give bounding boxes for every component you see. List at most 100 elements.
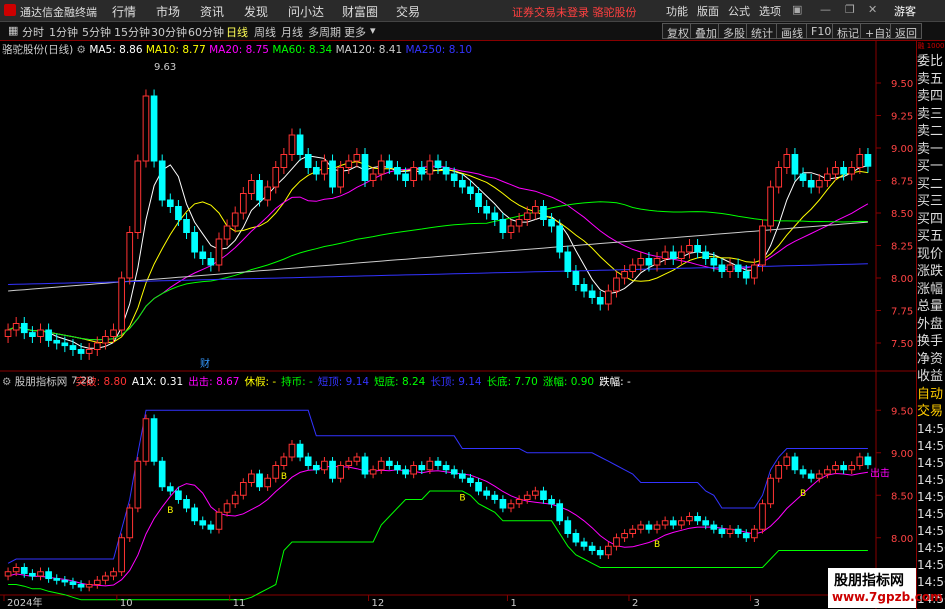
- menu-options[interactable]: 选项: [759, 3, 781, 19]
- sub-candle-body: [150, 418, 158, 462]
- menu-item-news[interactable]: 资讯: [200, 3, 224, 20]
- sub-candle-body: [402, 469, 409, 475]
- tick-time-3: 14:56: [917, 472, 945, 487]
- sub-candle-body: [256, 473, 263, 488]
- tab-60min[interactable]: 60分钟: [188, 24, 224, 40]
- grid-icon[interactable]: ▦: [8, 24, 18, 37]
- candle-body: [77, 349, 85, 354]
- sub-y-tick-label-3: 8.00: [891, 534, 913, 545]
- side-item-0[interactable]: 委比: [917, 53, 945, 71]
- guest-label[interactable]: 游客: [894, 3, 916, 19]
- candle-body: [102, 336, 109, 344]
- close-icon[interactable]: ✕: [868, 3, 877, 16]
- side-item-16[interactable]: 换手: [917, 333, 945, 351]
- sub-candle-body: [702, 520, 710, 526]
- side-item-13[interactable]: 涨幅: [917, 281, 945, 299]
- side-item-5[interactable]: 卖一: [917, 141, 945, 159]
- side-item-6[interactable]: 买一: [917, 158, 945, 176]
- y-tick-label-7: 7.75: [891, 307, 913, 318]
- y-tick-label-8: 7.50: [891, 339, 913, 350]
- candle-body: [166, 199, 174, 207]
- sub-candle-body: [783, 456, 791, 466]
- candle-body: [645, 258, 653, 266]
- candle-body: [791, 154, 799, 175]
- candle-body: [231, 212, 239, 227]
- menu-item-market[interactable]: 市场: [156, 3, 180, 20]
- sub-candle-body: [686, 516, 693, 522]
- sub-candle-body: [742, 533, 750, 539]
- tab-intraday[interactable]: 分时: [22, 24, 44, 40]
- candle-body: [564, 251, 572, 272]
- side-item-15[interactable]: 外盘: [917, 316, 945, 334]
- sub-candle-body: [118, 537, 125, 573]
- side-item-2[interactable]: 卖四: [917, 88, 945, 106]
- candle-body: [694, 245, 701, 253]
- sub-candle-body: [759, 503, 766, 530]
- menu-item-ask[interactable]: 问小达: [288, 3, 324, 20]
- tab-30min[interactable]: 30分钟: [151, 24, 187, 40]
- menu-function[interactable]: 功能: [666, 3, 688, 19]
- candle-body: [288, 134, 296, 155]
- minimize-icon[interactable]: —: [820, 3, 831, 16]
- x-tick-label-0: 2024年: [7, 596, 42, 609]
- kline-chart[interactable]: 9.50 9.25 9.00 8.75 8.50 8.25 8.00 7.75 7.50 9.6…: [0, 41, 916, 609]
- tab-weekly[interactable]: 周线: [254, 24, 276, 40]
- menu-item-discover[interactable]: 发现: [244, 3, 268, 20]
- y-tick-label-5: 8.25: [891, 242, 913, 253]
- sub-candle-body: [556, 503, 564, 522]
- tick-time-6: 14:56: [917, 523, 945, 538]
- watermark-url: www.7gpzb.com: [832, 590, 943, 604]
- sub-candle-body: [45, 571, 52, 580]
- side-item-8[interactable]: 买三: [917, 193, 945, 211]
- candle-body: [29, 332, 36, 338]
- side-item-1[interactable]: 卖五: [917, 71, 945, 89]
- dropdown-icon[interactable]: ▾: [370, 24, 376, 37]
- menu-item-quotes[interactable]: 行情: [112, 3, 136, 20]
- tick-time-list: 14:56 14:56 14:56 14:56 14:56 14:56 14:56 14:56…: [917, 421, 945, 608]
- tab-more[interactable]: 更多: [344, 24, 366, 40]
- candle-body: [345, 160, 353, 168]
- tab-daily[interactable]: 日线: [226, 24, 248, 40]
- side-item-14[interactable]: 总量: [917, 298, 945, 316]
- draw-line-button[interactable]: 画线: [776, 23, 808, 40]
- stats-button[interactable]: 统计: [746, 23, 778, 40]
- tab-5min[interactable]: 5分钟: [82, 24, 111, 40]
- side-item-4[interactable]: 卖二: [917, 123, 945, 141]
- side-item-12[interactable]: 涨跌: [917, 263, 945, 281]
- menu-formula[interactable]: 公式: [728, 3, 750, 19]
- tab-15min[interactable]: 15分钟: [114, 24, 150, 40]
- sub-candle-body: [166, 486, 174, 492]
- sub-candle-body: [669, 520, 677, 526]
- candle-body: [588, 290, 596, 298]
- tab-multi-period[interactable]: 多周期: [308, 24, 341, 40]
- tab-monthly[interactable]: 月线: [281, 24, 303, 40]
- side-item-3[interactable]: 卖三: [917, 106, 945, 124]
- side-trade[interactable]: 交易: [917, 403, 945, 421]
- menu-item-wealth[interactable]: 财富圈: [342, 3, 378, 20]
- side-item-17[interactable]: 净资: [917, 351, 945, 369]
- back-button[interactable]: 返回: [890, 23, 922, 40]
- watermark-title: 股朋指标网: [834, 573, 904, 589]
- menu-layout[interactable]: 版面: [697, 3, 719, 19]
- side-item-18[interactable]: 收益: [917, 368, 945, 386]
- side-item-7[interactable]: 买二: [917, 176, 945, 194]
- x-tick-label-2: 11: [233, 598, 246, 609]
- candle-body: [491, 212, 499, 220]
- y-tick-label-1: 9.25: [891, 112, 913, 123]
- sub-candle-body: [856, 456, 864, 466]
- skin-icon[interactable]: ▣: [792, 3, 802, 16]
- side-item-10[interactable]: 买五: [917, 228, 945, 246]
- candle-body: [856, 154, 864, 168]
- side-item-9[interactable]: 买四: [917, 211, 945, 229]
- side-auto[interactable]: 自动: [917, 386, 945, 404]
- menu-item-trade[interactable]: 交易: [396, 3, 420, 20]
- candle-body: [767, 186, 774, 227]
- buy-marker-2: B: [459, 493, 465, 503]
- sub-candle-body: [110, 571, 117, 577]
- login-notice[interactable]: 证券交易未登录 骆驼股份: [512, 4, 637, 20]
- tab-1min[interactable]: 1分钟: [49, 24, 78, 40]
- sub-y-tick-label-2: 8.50: [891, 491, 913, 502]
- restore-icon[interactable]: ❐: [845, 3, 855, 16]
- sub-candle-body: [337, 465, 344, 479]
- side-item-11[interactable]: 现价: [917, 246, 945, 264]
